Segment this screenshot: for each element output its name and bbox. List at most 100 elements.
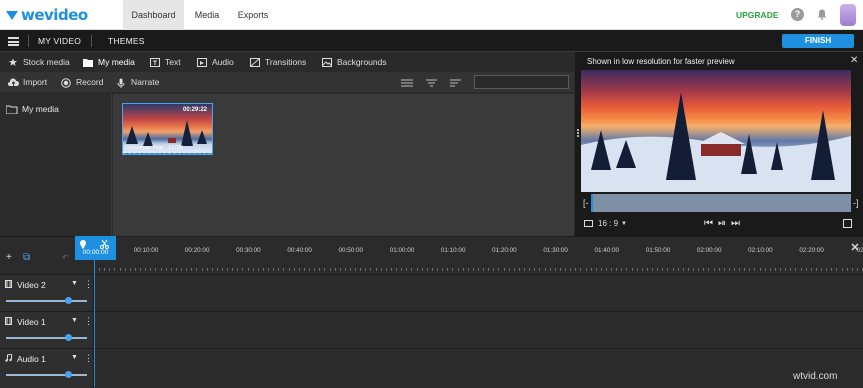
filter-icon[interactable] xyxy=(426,79,437,87)
volume-slider-knob[interactable] xyxy=(64,297,72,304)
tab-text[interactable]: Text xyxy=(150,52,181,72)
ruler-tick xyxy=(406,268,408,271)
ruler-tick xyxy=(401,268,403,271)
more-options-icon[interactable]: ⋮ xyxy=(84,353,93,364)
ruler-tick xyxy=(262,268,264,271)
drag-handle-icon[interactable] xyxy=(576,128,580,138)
undo-icon[interactable]: ↶ xyxy=(62,253,69,262)
media-name: Christmas Tree - 11798 xyxy=(125,145,184,151)
list-view-icon[interactable] xyxy=(401,79,413,87)
mark-in-icon[interactable]: [- xyxy=(583,198,589,208)
finish-button[interactable]: FINISH xyxy=(782,34,854,48)
upgrade-link[interactable]: UPGRADE xyxy=(736,10,779,20)
ruler-tick xyxy=(713,268,715,271)
ruler-tick xyxy=(841,268,843,271)
ruler-tick xyxy=(513,268,515,271)
play-icon[interactable]: ⏯ xyxy=(718,218,726,229)
ruler-tick xyxy=(114,268,116,271)
ruler-tick xyxy=(698,268,700,271)
chevron-down-icon[interactable]: ▼ xyxy=(71,280,78,287)
tab-label: Text xyxy=(165,57,181,67)
import-button[interactable]: Import xyxy=(8,72,47,93)
ruler-label: 00:20:00 xyxy=(184,247,210,254)
ruler-tick xyxy=(329,268,331,271)
more-options-icon[interactable]: ⋮ xyxy=(84,279,93,290)
ruler-tick xyxy=(805,268,807,271)
timeline-close-icon[interactable] xyxy=(850,242,860,252)
mark-out-icon[interactable]: -] xyxy=(853,198,859,208)
volume-slider-knob[interactable] xyxy=(64,334,72,341)
ruler-label: 01:30:00 xyxy=(543,247,568,254)
track-video-2[interactable]: Video 2 ▼ ⋮ xyxy=(0,274,863,311)
ruler-tick xyxy=(467,268,469,271)
ruler-tick xyxy=(764,268,766,271)
bell-icon[interactable] xyxy=(817,9,827,20)
scrubber-cursor[interactable] xyxy=(591,194,593,212)
ruler-tick xyxy=(646,268,648,271)
tab-my-media[interactable]: My media xyxy=(83,52,135,72)
ruler-label: 01:00:00 xyxy=(389,247,415,254)
track-audio-1[interactable]: Audio 1 ▼ ⋮ xyxy=(0,348,863,388)
volume-slider-track[interactable] xyxy=(6,374,87,376)
help-icon[interactable]: ? xyxy=(791,8,804,21)
ruler-tick xyxy=(826,268,828,271)
ruler-tick xyxy=(478,268,479,271)
tab-stock-media[interactable]: Stock media xyxy=(8,52,70,72)
timeline-ruler[interactable]: 00:10:00 00:20:00 00:30:00 00:40:00 00:50:00… xyxy=(94,247,863,271)
ruler-tick xyxy=(534,268,536,271)
volume-slider-track[interactable] xyxy=(6,337,87,339)
chevron-down-icon[interactable]: ▼ xyxy=(71,354,78,361)
microphone-icon xyxy=(117,78,125,88)
tab-audio[interactable]: Audio xyxy=(197,52,234,72)
record-button[interactable]: Record xyxy=(61,72,103,93)
copy-icon[interactable]: ⧉ xyxy=(23,252,30,263)
ruler-label: 02:10:00 xyxy=(748,247,773,254)
nav-dashboard[interactable]: Dashboard xyxy=(123,0,184,30)
more-options-icon[interactable]: ⋮ xyxy=(84,316,93,327)
nav-exports[interactable]: Exports xyxy=(232,0,274,30)
track-video-1[interactable]: Video 1 ▼ ⋮ xyxy=(0,311,863,348)
ruler-tick xyxy=(575,268,577,271)
ruler-tick xyxy=(227,268,229,271)
fullscreen-icon[interactable] xyxy=(843,219,852,228)
aspect-ratio-label: 16 : 9 xyxy=(598,219,619,228)
volume-slider-track[interactable] xyxy=(6,300,87,302)
preview-scrubber[interactable] xyxy=(591,194,851,212)
project-title[interactable]: MY VIDEO xyxy=(38,30,81,52)
themes-button[interactable]: THEMES xyxy=(108,30,145,52)
narrate-button[interactable]: Narrate xyxy=(117,72,159,93)
ruler-tick xyxy=(247,268,249,271)
ruler-label: 02:00:00 xyxy=(696,247,722,254)
chevron-down-icon[interactable]: ▼ xyxy=(71,317,78,324)
preview-scene xyxy=(581,92,851,192)
track-header: Video 1 ▼ ⋮ xyxy=(0,312,94,348)
wevideo-logo[interactable]: wevideo xyxy=(6,6,88,24)
ruler-tick xyxy=(856,268,858,271)
music-note-icon xyxy=(5,354,12,362)
marker-icon[interactable] xyxy=(79,240,87,249)
narrate-label: Narrate xyxy=(131,77,160,87)
skip-back-icon[interactable]: ⏮ xyxy=(704,218,713,229)
tab-transitions[interactable]: Transitions xyxy=(250,52,306,72)
ruler-tick xyxy=(821,268,823,271)
sort-icon[interactable] xyxy=(450,79,461,87)
tab-label: Audio xyxy=(212,57,234,67)
skip-forward-icon[interactable]: ⏭ xyxy=(731,218,740,229)
close-icon[interactable]: ✕ xyxy=(850,55,858,66)
add-track-icon[interactable]: + xyxy=(6,252,12,263)
ruler-tick xyxy=(672,268,674,271)
aspect-ratio-select[interactable]: 16 : 9 ▼ xyxy=(584,219,627,228)
ruler-tick xyxy=(232,268,234,271)
ruler-tick xyxy=(595,268,597,271)
ruler-tick xyxy=(416,268,418,271)
user-avatar[interactable] xyxy=(840,4,856,26)
ruler-tick xyxy=(636,268,638,271)
tab-backgrounds[interactable]: Backgrounds xyxy=(322,52,387,72)
hamburger-menu-icon[interactable] xyxy=(8,37,19,46)
volume-slider-knob[interactable] xyxy=(64,371,72,378)
folder-my-media[interactable]: My media xyxy=(6,104,59,114)
ruler-tick xyxy=(774,268,776,271)
media-search-input[interactable] xyxy=(474,75,569,89)
media-thumbnail[interactable]: 00:29:22 Christmas Tree - 11798 xyxy=(122,103,213,155)
nav-media[interactable]: Media xyxy=(186,0,228,30)
